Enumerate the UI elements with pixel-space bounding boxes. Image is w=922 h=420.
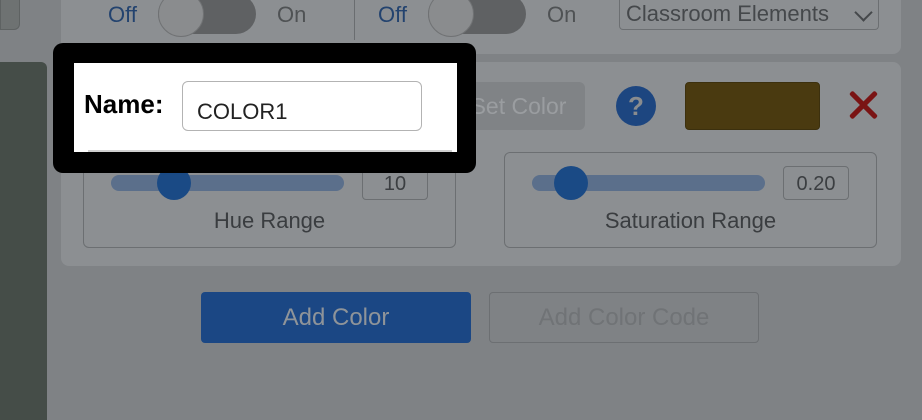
name-label: Name: <box>84 89 164 119</box>
toggle2-off-label: Off <box>378 2 407 27</box>
left-panel-top <box>0 0 20 30</box>
category-select[interactable]: Classroom Elements <box>619 0 879 30</box>
toggle-divider <box>354 0 355 40</box>
add-color-button[interactable]: Add Color <box>201 292 471 343</box>
category-select-value: Classroom Elements <box>626 1 829 26</box>
saturation-range-label: Saturation Range <box>604 208 777 233</box>
delete-icon[interactable] <box>848 89 880 121</box>
highlight-divider <box>88 150 452 152</box>
toggle2-on-label: On <box>547 2 577 27</box>
color-name-input[interactable] <box>182 81 422 131</box>
toggle1-on-label: On <box>277 2 307 27</box>
saturation-range-value[interactable]: 0.20 <box>783 166 849 200</box>
chevron-down-icon <box>854 3 873 22</box>
hue-range-label: Hue Range <box>213 208 326 233</box>
add-color-code-button[interactable]: Add Color Code <box>489 292 759 343</box>
saturation-range-slider-thumb[interactable] <box>554 166 588 200</box>
help-icon[interactable]: ? <box>616 86 656 126</box>
hue-range-slider-track[interactable] <box>111 175 344 191</box>
color-swatch[interactable] <box>685 82 820 130</box>
toggle1-off-label: Off <box>108 2 137 27</box>
camera-preview <box>0 62 47 420</box>
